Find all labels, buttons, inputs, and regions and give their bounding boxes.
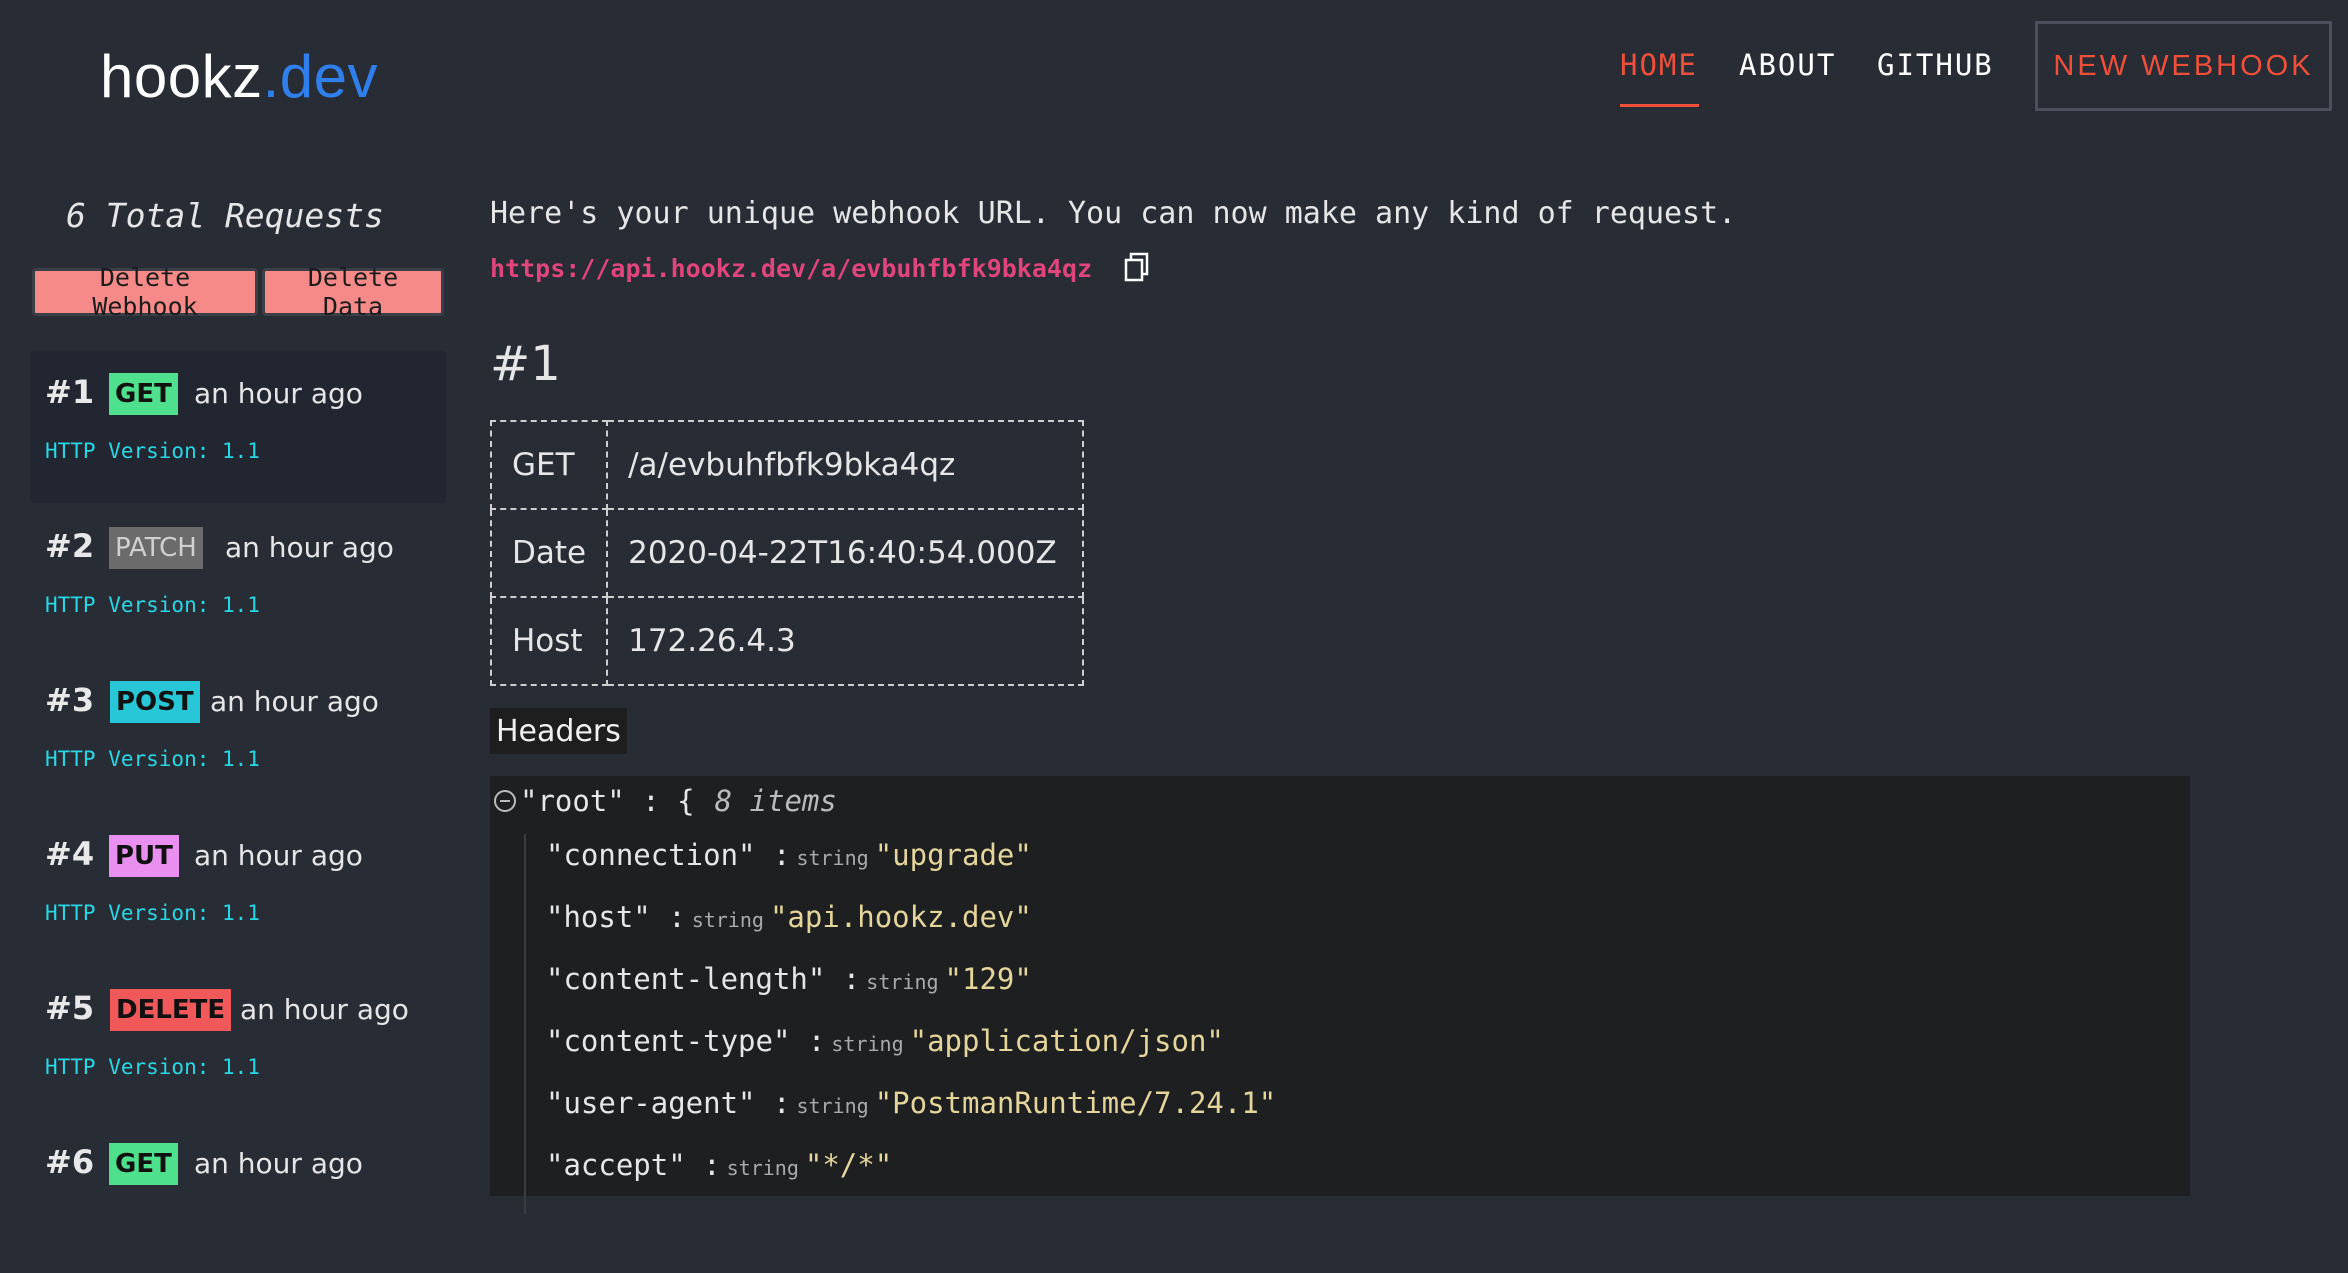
intro-text: Here's your unique webhook URL. You can … [490,196,1737,231]
info-key: GET [489,420,609,510]
info-key: Host [489,596,609,686]
request-item-1[interactable]: #1 GET an hour ago HTTP Version: 1.1 [30,351,446,503]
json-key: "host" : [546,900,686,934]
info-value: 172.26.4.3 [606,596,1085,686]
request-item-2[interactable]: #2 PATCH an hour ago HTTP Version: 1.1 [30,505,446,657]
nav-about[interactable]: ABOUT [1739,48,1836,82]
delete-data-button[interactable]: Delete Data [262,263,444,321]
json-type: string [691,908,764,932]
json-row: "host" : string "api.hookz.dev" [546,900,1032,934]
method-badge: GET [109,1143,178,1185]
json-indent-guide [524,834,526,1214]
json-row: "content-length" : string "129" [546,962,1032,996]
json-row: "content-type" : string "application/json" [546,1024,1224,1058]
table-row: Date 2020-04-22T16:40:54.000Z [489,508,1085,598]
new-webhook-button[interactable]: NEW WEBHOOK [2035,21,2332,111]
method-badge: DELETE [110,989,232,1031]
json-type: string [866,970,939,994]
info-key: Date [489,508,609,598]
request-time: an hour ago [194,839,363,872]
json-value[interactable]: "upgrade" [875,838,1032,872]
nav-github[interactable]: GITHUB [1877,48,1994,82]
request-number: #2 [45,527,95,565]
json-value[interactable]: "application/json" [910,1024,1224,1058]
total-requests: 6 Total Requests [66,196,384,235]
json-row: "connection" : string "upgrade" [546,838,1032,872]
info-value: 2020-04-22T16:40:54.000Z [606,508,1085,598]
method-badge: GET [109,373,178,415]
nav-home[interactable]: HOME [1620,48,1698,82]
http-version: HTTP Version: 1.1 [45,1055,260,1079]
json-value[interactable]: "api.hookz.dev" [770,900,1032,934]
json-key: "user-agent" : [546,1086,791,1120]
json-type: string [726,1156,799,1180]
request-number: #1 [45,373,95,411]
request-number: #4 [45,835,95,873]
json-row: "accept" : string "*/*" [546,1148,892,1182]
json-viewer: "root" : {8 items "connection" : string "u… [490,776,2190,1214]
logo[interactable]: hookz.dev [100,42,378,111]
info-value: /a/evbuhfbfk9bka4qz [606,420,1085,510]
request-number: #3 [45,681,95,719]
request-item-5[interactable]: #5 DELETE an hour ago HTTP Version: 1.1 [30,967,446,1119]
headers-label: Headers [490,708,627,754]
minus-circle-icon[interactable] [494,790,516,812]
logo-main: hookz [100,43,263,110]
copy-icon[interactable] [1124,252,1150,282]
http-version: HTTP Version: 1.1 [45,439,260,463]
http-version: HTTP Version: 1.1 [45,747,260,771]
json-value[interactable]: "*/*" [805,1148,892,1182]
request-time: an hour ago [240,993,409,1026]
request-number: #6 [45,1143,95,1181]
json-item-count: 8 items [714,784,837,818]
webhook-url-link[interactable]: https://api.hookz.dev/a/evbuhfbfk9bka4qz [490,254,1092,283]
table-row: GET /a/evbuhfbfk9bka4qz [489,420,1085,510]
http-version: HTTP Version: 1.1 [45,901,260,925]
json-value[interactable]: "129" [945,962,1032,996]
method-badge: PATCH [109,527,203,569]
request-number: #5 [45,989,95,1027]
request-time: an hour ago [194,1147,363,1180]
json-key: "content-length" : [546,962,861,996]
request-time: an hour ago [194,377,363,410]
request-time: an hour ago [210,685,379,718]
request-time: an hour ago [225,531,394,564]
json-root: "root" : { 8 items [490,784,837,818]
http-version: HTTP Version: 1.1 [45,593,260,617]
method-badge: PUT [109,835,179,877]
request-info-table: GET /a/evbuhfbfk9bka4qz Date 2020-04-22T… [489,420,1085,686]
method-badge: POST [110,681,200,723]
logo-accent: .dev [262,43,379,110]
json-key: "content-type" : [546,1024,826,1058]
json-type: string [796,1094,869,1118]
json-type: string [831,1032,904,1056]
json-root-label: "root" : { [520,784,695,818]
table-row: Host 172.26.4.3 [489,596,1085,686]
request-item-4[interactable]: #4 PUT an hour ago HTTP Version: 1.1 [30,813,446,965]
request-item-3[interactable]: #3 POST an hour ago HTTP Version: 1.1 [30,659,446,811]
request-item-6[interactable]: #6 GET an hour ago [30,1121,446,1273]
json-key: "connection" : [546,838,791,872]
delete-webhook-button[interactable]: Delete Webhook [32,263,258,321]
json-row: "user-agent" : string "PostmanRuntime/7.24… [546,1086,1276,1120]
request-title: #1 [490,336,561,392]
json-value[interactable]: "PostmanRuntime/7.24.1" [875,1086,1277,1120]
json-key: "accept" : [546,1148,721,1182]
json-type: string [796,846,869,870]
nav-active-underline [1620,104,1699,107]
